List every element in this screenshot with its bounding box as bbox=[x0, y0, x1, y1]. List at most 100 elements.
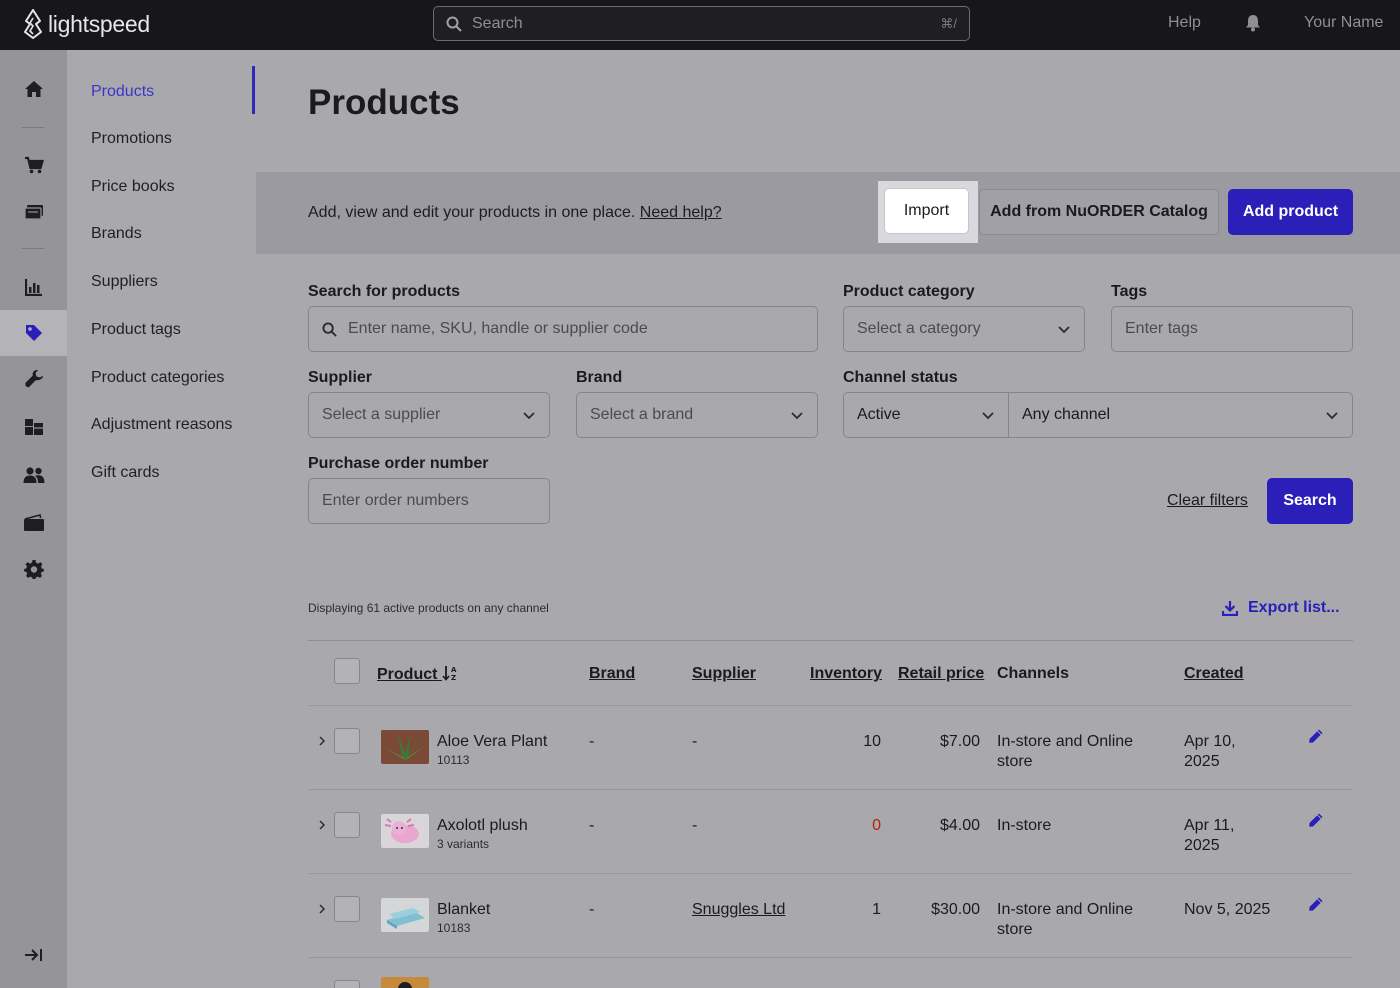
row-divider bbox=[308, 789, 1353, 790]
product-sku: 10113 bbox=[437, 753, 470, 767]
row-divider bbox=[308, 705, 1353, 706]
brand-select-value: Select a brand bbox=[590, 406, 694, 423]
inventory-icon[interactable] bbox=[0, 404, 67, 450]
column-header-brand[interactable]: Brand bbox=[589, 665, 635, 683]
brand-label: Brand bbox=[576, 369, 623, 386]
product-retail-price: $4.00 bbox=[939, 817, 980, 834]
search-shortcut: ⌘/ bbox=[940, 15, 957, 31]
purchase-order-placeholder: Enter order numbers bbox=[322, 492, 469, 509]
export-list-button[interactable]: Export list... bbox=[1222, 599, 1340, 617]
catalog-subnav: Products Promotions Price books Brands S… bbox=[67, 50, 256, 988]
status-select-value: Active bbox=[857, 406, 901, 423]
help-link[interactable]: Help bbox=[1168, 14, 1201, 32]
product-search-field[interactable]: Enter name, SKU, handle or supplier code bbox=[308, 306, 818, 352]
product-sku: 3 variants bbox=[437, 837, 490, 851]
product-name[interactable]: Blanket bbox=[437, 900, 490, 920]
user-menu[interactable]: Your Name bbox=[1304, 14, 1383, 32]
settings-icon[interactable] bbox=[0, 546, 67, 592]
column-header-inventory[interactable]: Inventory bbox=[810, 665, 882, 683]
need-help-link[interactable]: Need help? bbox=[640, 204, 722, 221]
category-select[interactable]: Select a category bbox=[843, 306, 1085, 352]
product-sku: 10183 bbox=[437, 921, 471, 935]
row-checkbox[interactable] bbox=[334, 896, 360, 922]
chevron-right-icon[interactable] bbox=[317, 820, 327, 830]
product-inventory: 10 bbox=[863, 733, 881, 750]
supplier-select[interactable]: Select a supplier bbox=[308, 392, 550, 438]
select-all-checkbox[interactable] bbox=[334, 658, 360, 684]
register-icon[interactable] bbox=[0, 189, 67, 235]
category-select-value: Select a category bbox=[857, 320, 981, 337]
purchase-order-field[interactable]: Enter order numbers bbox=[308, 478, 550, 524]
product-search-placeholder: Enter name, SKU, handle or supplier code bbox=[348, 320, 648, 337]
wallet-icon[interactable] bbox=[0, 500, 67, 546]
edit-pencil-icon[interactable] bbox=[1308, 896, 1324, 912]
add-product-button[interactable]: Add product bbox=[1228, 189, 1353, 235]
row-checkbox[interactable] bbox=[334, 728, 360, 754]
status-select[interactable]: Active bbox=[843, 392, 1009, 438]
add-from-nuorder-button[interactable]: Add from NuORDER Catalog bbox=[979, 189, 1219, 235]
brand-select[interactable]: Select a brand bbox=[576, 392, 818, 438]
product-name[interactable]: Aloe Vera Plant bbox=[437, 732, 547, 752]
bell-icon[interactable] bbox=[1244, 14, 1262, 37]
page-title: Products bbox=[308, 83, 460, 122]
supplier-select-value: Select a supplier bbox=[322, 406, 441, 423]
search-icon bbox=[446, 16, 462, 32]
import-button[interactable]: Import bbox=[884, 188, 969, 234]
subnav-item-product-categories[interactable]: Product categories bbox=[91, 369, 224, 387]
column-header-supplier[interactable]: Supplier bbox=[692, 665, 756, 683]
subnav-item-price-books[interactable]: Price books bbox=[91, 178, 175, 196]
subnav-item-promotions[interactable]: Promotions bbox=[91, 130, 172, 148]
clear-filters-link[interactable]: Clear filters bbox=[1167, 492, 1248, 510]
chevron-down-icon bbox=[523, 412, 535, 420]
reports-icon[interactable] bbox=[0, 264, 67, 310]
action-banner: Add, view and edit your products in one … bbox=[256, 172, 1400, 254]
search-button[interactable]: Search bbox=[1267, 478, 1353, 524]
wrench-icon[interactable] bbox=[0, 356, 67, 402]
edit-pencil-icon[interactable] bbox=[1308, 812, 1324, 828]
subnav-item-brands[interactable]: Brands bbox=[91, 225, 142, 243]
product-retail-price: $7.00 bbox=[939, 733, 980, 750]
product-name[interactable]: Axolotl plush bbox=[437, 816, 528, 836]
subnav-item-gift-cards[interactable]: Gift cards bbox=[91, 464, 159, 482]
product-created: Apr 11, bbox=[1184, 817, 1235, 834]
product-created-cont: 2025 bbox=[1184, 837, 1220, 854]
chevron-down-icon bbox=[791, 412, 803, 420]
tag-icon[interactable] bbox=[0, 310, 67, 356]
row-checkbox[interactable] bbox=[334, 980, 360, 988]
channel-status-label: Channel status bbox=[843, 369, 958, 386]
export-list-label: Export list... bbox=[1248, 599, 1340, 616]
expand-icon[interactable] bbox=[0, 932, 67, 978]
search-icon bbox=[322, 321, 337, 337]
product-category-label: Product category bbox=[843, 283, 975, 300]
main-content: Products Add, view and edit your product… bbox=[256, 50, 1400, 988]
channel-select[interactable]: Any channel bbox=[1008, 392, 1353, 438]
global-search[interactable]: ⌘/ bbox=[433, 6, 970, 41]
subnav-item-products[interactable]: Products bbox=[91, 83, 154, 101]
top-bar: lightspeed ⌘/ Help Your Name bbox=[0, 0, 1400, 50]
column-header-created[interactable]: Created bbox=[1184, 665, 1244, 683]
customers-icon[interactable] bbox=[0, 452, 67, 498]
flame-icon bbox=[24, 9, 42, 39]
column-header-product[interactable]: Product AZ bbox=[377, 665, 458, 684]
subnav-item-product-tags[interactable]: Product tags bbox=[91, 321, 181, 339]
chevron-right-icon[interactable] bbox=[317, 904, 327, 914]
product-supplier-link[interactable]: Snuggles Ltd bbox=[692, 900, 785, 920]
row-divider bbox=[308, 957, 1353, 958]
edit-pencil-icon[interactable] bbox=[1308, 728, 1324, 744]
row-checkbox[interactable] bbox=[334, 812, 360, 838]
subnav-item-suppliers[interactable]: Suppliers bbox=[91, 273, 158, 291]
subnav-item-adjustment-reasons[interactable]: Adjustment reasons bbox=[91, 416, 232, 434]
product-channels-cont: store bbox=[997, 921, 1033, 938]
product-created-cont: 2025 bbox=[1184, 753, 1220, 770]
tags-field[interactable]: Enter tags bbox=[1111, 306, 1353, 352]
rail-divider bbox=[22, 248, 44, 249]
cart-icon[interactable] bbox=[0, 142, 67, 188]
global-search-input[interactable] bbox=[472, 14, 941, 33]
product-channels: In-store and Online bbox=[997, 901, 1134, 918]
chevron-right-icon[interactable] bbox=[317, 736, 327, 746]
lightspeed-logo[interactable]: lightspeed bbox=[22, 9, 150, 39]
column-header-retail-price[interactable]: Retail price bbox=[898, 665, 984, 683]
purchase-order-label: Purchase order number bbox=[308, 455, 489, 472]
home-icon[interactable] bbox=[0, 66, 67, 112]
active-indicator bbox=[252, 66, 255, 114]
